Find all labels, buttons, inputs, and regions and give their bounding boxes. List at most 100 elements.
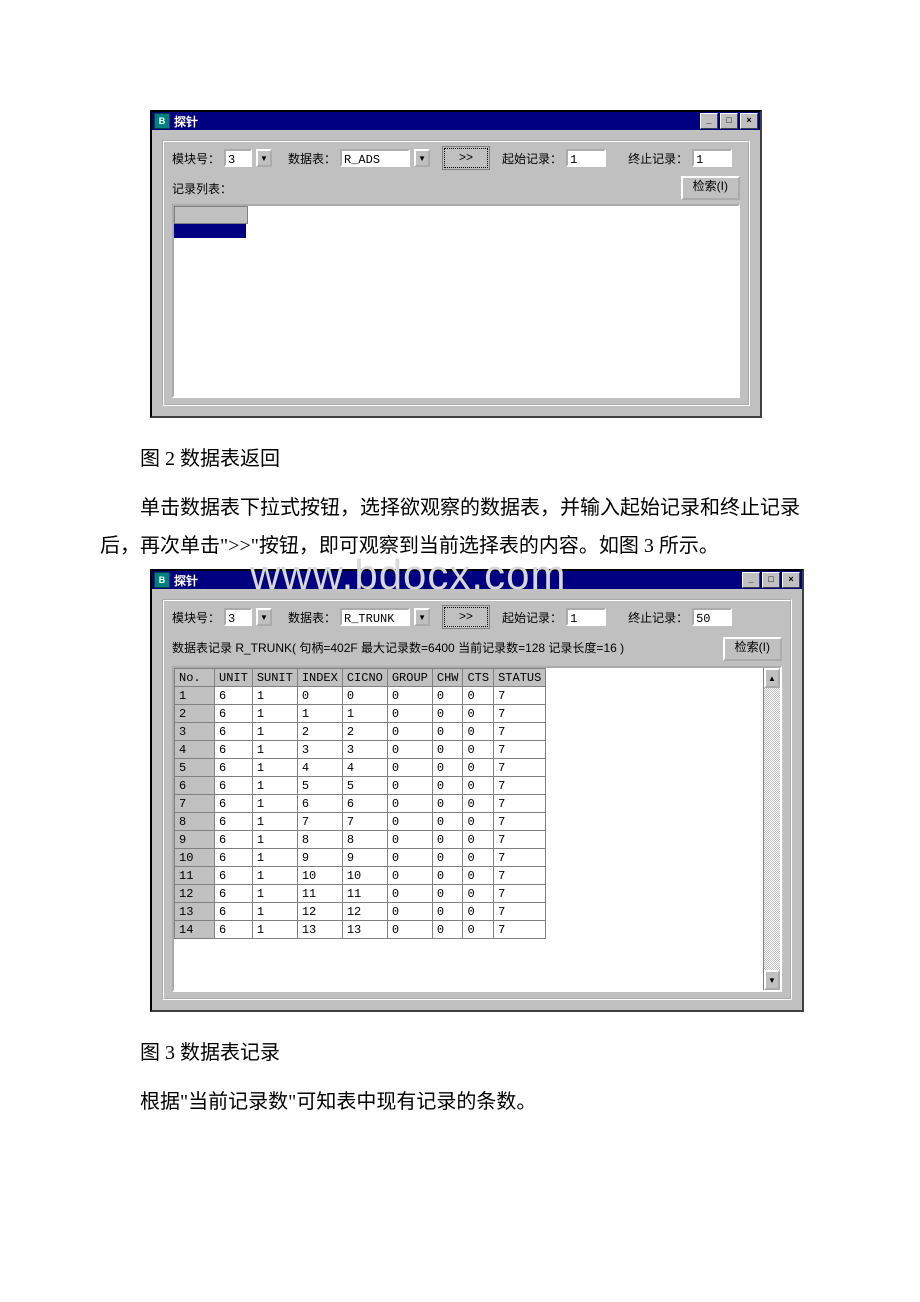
cell-cicno: 6: [342, 795, 387, 813]
cell-cts: 0: [463, 777, 494, 795]
cell-group: 0: [387, 777, 432, 795]
maximize-icon[interactable]: □: [720, 113, 738, 129]
cell-index: 8: [297, 831, 342, 849]
table-row[interactable]: 861770007: [175, 813, 546, 831]
table-label: 数据表：: [288, 150, 336, 167]
cell-unit: 6: [215, 831, 253, 849]
table-row[interactable]: 561440007: [175, 759, 546, 777]
col-unit: UNIT: [215, 669, 253, 687]
paragraph-1: 单击数据表下拉式按钮，选择欲观察的数据表，并输入起始记录和终止记录后，再次单击"…: [100, 489, 820, 565]
module-input[interactable]: 3: [224, 608, 252, 626]
maximize-icon[interactable]: □: [762, 572, 780, 588]
cell-status: 7: [494, 777, 546, 795]
search-button[interactable]: 检索(I): [681, 176, 740, 200]
table-row[interactable]: 461330007: [175, 741, 546, 759]
col-chw: CHW: [432, 669, 463, 687]
go-button[interactable]: >>: [444, 148, 488, 168]
scroll-up-icon[interactable]: ▲: [764, 668, 780, 688]
table-dropdown-icon[interactable]: [414, 608, 430, 626]
table-row[interactable]: 1061990007: [175, 849, 546, 867]
list-selected-row: [174, 224, 246, 238]
cell-index: 3: [297, 741, 342, 759]
table-row[interactable]: 361220007: [175, 723, 546, 741]
cell-no: 10: [175, 849, 215, 867]
module-input[interactable]: 3: [224, 149, 252, 167]
table-row[interactable]: 961880007: [175, 831, 546, 849]
table-row[interactable]: 126111110007: [175, 885, 546, 903]
table-row[interactable]: 136112120007: [175, 903, 546, 921]
cell-index: 5: [297, 777, 342, 795]
cell-group: 0: [387, 867, 432, 885]
form-panel: 模块号： 3 数据表： R_TRUNK >> 起始记录： 1 终止记录： 50 …: [162, 599, 792, 1000]
end-input[interactable]: 50: [692, 608, 732, 626]
cell-status: 7: [494, 795, 546, 813]
cell-chw: 0: [432, 723, 463, 741]
table-row[interactable]: 661550007: [175, 777, 546, 795]
cell-cts: 0: [463, 903, 494, 921]
figure2-caption: 图 2 数据表返回: [100, 442, 820, 471]
col-status: STATUS: [494, 669, 546, 687]
cell-chw: 0: [432, 687, 463, 705]
col-no: No.: [175, 669, 215, 687]
module-dropdown-icon[interactable]: [256, 608, 272, 626]
cell-unit: 6: [215, 687, 253, 705]
start-input[interactable]: 1: [566, 608, 606, 626]
cell-status: 7: [494, 867, 546, 885]
cell-index: 4: [297, 759, 342, 777]
module-label: 模块号：: [172, 609, 220, 626]
vertical-scrollbar[interactable]: ▲ ▼: [763, 668, 780, 990]
cell-chw: 0: [432, 741, 463, 759]
table-input[interactable]: R_ADS: [340, 149, 410, 167]
cell-unit: 6: [215, 723, 253, 741]
cell-no: 3: [175, 723, 215, 741]
cell-unit: 6: [215, 777, 253, 795]
cell-cicno: 5: [342, 777, 387, 795]
cell-unit: 6: [215, 741, 253, 759]
module-dropdown-icon[interactable]: [256, 149, 272, 167]
cell-status: 7: [494, 687, 546, 705]
record-listbox[interactable]: [172, 204, 740, 398]
scroll-down-icon[interactable]: ▼: [764, 970, 780, 990]
close-icon[interactable]: ×: [782, 572, 800, 588]
table-row[interactable]: 161000007: [175, 687, 546, 705]
minimize-icon[interactable]: _: [742, 572, 760, 588]
start-input[interactable]: 1: [566, 149, 606, 167]
listlabel: 记录列表：: [172, 180, 232, 197]
cell-unit: 6: [215, 849, 253, 867]
cell-chw: 0: [432, 705, 463, 723]
cell-group: 0: [387, 849, 432, 867]
start-label: 起始记录：: [502, 609, 562, 626]
cell-sunit: 1: [252, 705, 297, 723]
end-label: 终止记录：: [628, 150, 688, 167]
table-row[interactable]: 116110100007: [175, 867, 546, 885]
cell-chw: 0: [432, 813, 463, 831]
cell-status: 7: [494, 759, 546, 777]
cell-cicno: 9: [342, 849, 387, 867]
cell-no: 12: [175, 885, 215, 903]
cell-group: 0: [387, 813, 432, 831]
table-input[interactable]: R_TRUNK: [340, 608, 410, 626]
table-row[interactable]: 146113130007: [175, 921, 546, 939]
table-dropdown-icon[interactable]: [414, 149, 430, 167]
cell-cts: 0: [463, 813, 494, 831]
table-row[interactable]: 761660007: [175, 795, 546, 813]
cell-group: 0: [387, 759, 432, 777]
cell-sunit: 1: [252, 849, 297, 867]
end-input[interactable]: 1: [692, 149, 732, 167]
search-button[interactable]: 检索(I): [723, 637, 782, 661]
go-button[interactable]: >>: [444, 607, 488, 627]
cell-unit: 6: [215, 885, 253, 903]
close-icon[interactable]: ×: [740, 113, 758, 129]
cell-group: 0: [387, 921, 432, 939]
col-group: GROUP: [387, 669, 432, 687]
scroll-track[interactable]: [764, 688, 780, 970]
cell-index: 11: [297, 885, 342, 903]
minimize-icon[interactable]: _: [700, 113, 718, 129]
paragraph-2: 根据"当前记录数"可知表中现有记录的条数。: [100, 1083, 820, 1121]
cell-chw: 0: [432, 777, 463, 795]
window-probe-2: B 探针 _ □ × 模块号： 3 数据表： R_TRUNK >> 起始记录：: [150, 569, 804, 1012]
cell-sunit: 1: [252, 885, 297, 903]
cell-unit: 6: [215, 921, 253, 939]
table-row[interactable]: 261110007: [175, 705, 546, 723]
cell-chw: 0: [432, 867, 463, 885]
